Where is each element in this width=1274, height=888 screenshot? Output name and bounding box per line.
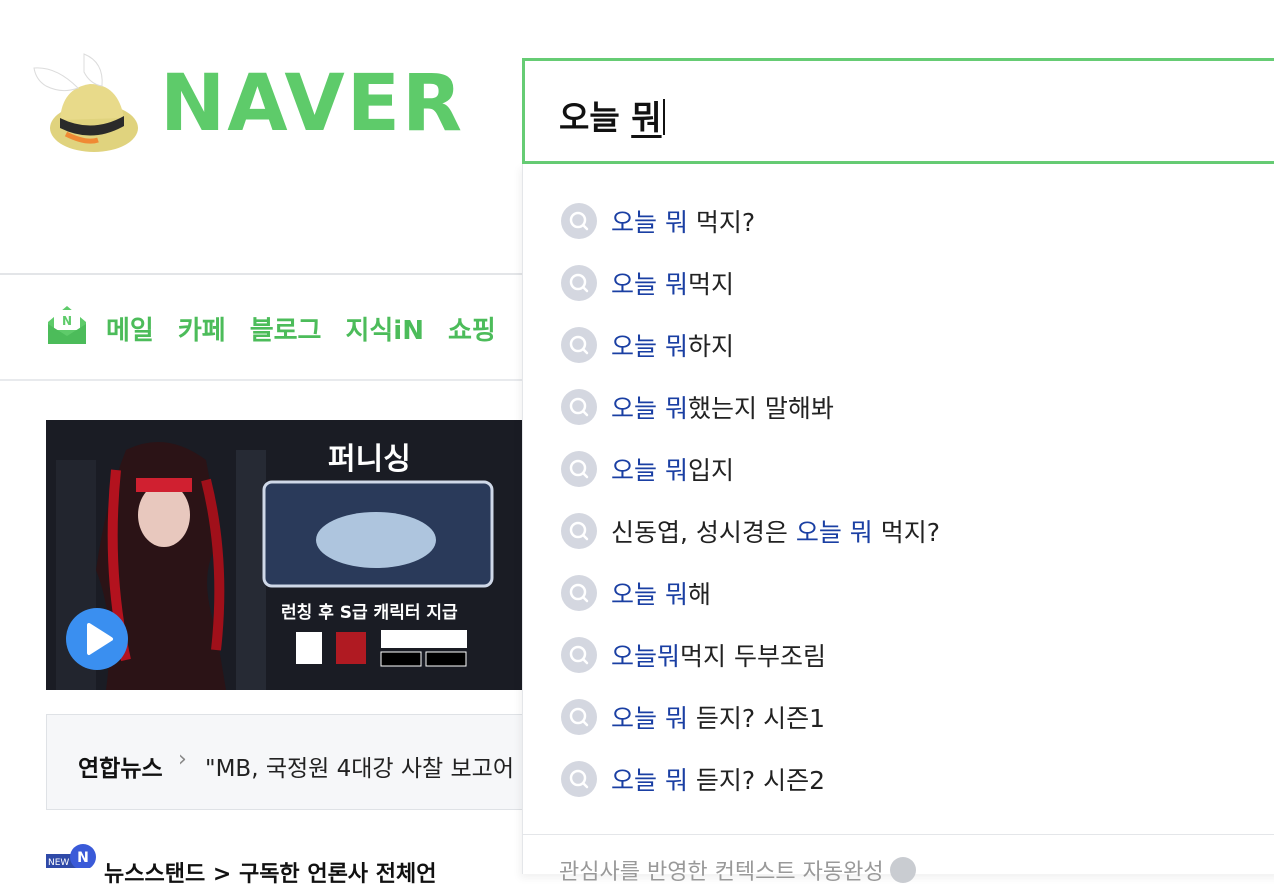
banner-subtitle: 런칭 후 S급 캐릭터 지급 <box>281 603 458 623</box>
search-icon <box>561 761 597 797</box>
suggestion-item[interactable]: 오늘뭐먹지 두부조림 <box>523 624 1274 686</box>
suggestion-text: 오늘 뭐 듣지? 시즌1 <box>611 699 825 735</box>
suggestion-text: 오늘 뭐 먹지? <box>611 203 755 239</box>
suggestion-match: 오늘뭐 <box>611 642 681 671</box>
suggestion-suffix: 먹지? <box>687 208 756 237</box>
dropdown-divider <box>523 834 1274 835</box>
banner-title: 퍼니싱 <box>328 442 411 477</box>
help-icon[interactable] <box>889 857 916 883</box>
suggestion-text: 오늘 뭐하지 <box>611 327 734 363</box>
text-caret <box>662 99 665 135</box>
nav-cafe[interactable]: 카페 <box>178 310 226 347</box>
suggestion-item[interactable]: 오늘 뭐해 <box>523 562 1274 624</box>
suggestion-match: 오늘 뭐 <box>611 456 688 485</box>
suggestion-suffix: 해 <box>687 580 711 609</box>
hat-logo-icon <box>33 53 138 152</box>
context-autocomplete-footer: 관심사를 반영한 컨텍스트 자동완성 <box>559 854 916 886</box>
suggestion-item[interactable]: 오늘 뭐 듣지? 시즌2 <box>523 748 1274 810</box>
suggestion-match: 오늘 뭐 <box>611 580 688 609</box>
suggestion-text: 오늘 뭐 듣지? 시즌2 <box>611 761 825 797</box>
search-icon <box>561 389 597 425</box>
search-icon <box>561 203 597 239</box>
nav-items: 메일 카페 블로그 지식iN 쇼핑 <box>106 310 496 347</box>
mail-icon[interactable]: N <box>46 304 88 346</box>
suggestion-prefix: 신동엽, 성시경은 <box>611 518 796 547</box>
suggestion-suffix: 먹지 두부조림 <box>680 642 826 671</box>
search-icon <box>561 327 597 363</box>
suggestion-item[interactable]: 신동엽, 성시경은 오늘 뭐 먹지? <box>523 500 1274 562</box>
search-icon <box>561 575 597 611</box>
suggestion-match: 오늘 뭐 <box>611 766 688 795</box>
search-composing-char: 뭐 <box>631 98 662 137</box>
suggestion-suffix: 먹지? <box>872 518 941 547</box>
nav-kin[interactable]: 지식iN <box>345 310 424 347</box>
suggestion-item[interactable]: 오늘 뭐입지 <box>523 438 1274 500</box>
suggestion-suffix: 먹지 <box>687 270 734 299</box>
svg-text:NEW: NEW <box>48 858 69 868</box>
footer-label: 관심사를 반영한 컨텍스트 자동완성 <box>559 860 884 885</box>
chevron-right-icon: › <box>178 747 187 772</box>
search-icon <box>561 699 597 735</box>
suggestion-match: 오늘 뭐 <box>611 208 688 237</box>
search-icon <box>561 265 597 301</box>
suggestion-suffix: 듣지? 시즌1 <box>687 704 826 733</box>
suggestion-list: 오늘 뭐 먹지? 오늘 뭐먹지 오늘 뭐하지 오늘 뭐했는지 말해봐 오늘 뭐입… <box>523 190 1274 810</box>
suggestion-match: 오늘 뭐 <box>611 394 688 423</box>
newsstand-label[interactable]: 뉴스스탠드 > 구독한 언론사 전체언 <box>104 856 436 888</box>
suggestion-item[interactable]: 오늘 뭐 듣지? 시즌1 <box>523 686 1274 748</box>
suggestion-suffix: 듣지? 시즌2 <box>687 766 826 795</box>
suggestion-text: 오늘 뭐해 <box>611 575 711 611</box>
suggestion-text: 오늘뭐먹지 두부조림 <box>611 637 826 673</box>
search-typed: 오늘 <box>559 98 632 137</box>
ad-banner[interactable]: 퍼니싱 런칭 후 S급 캐릭터 지급 <box>46 420 526 690</box>
nav-blog[interactable]: 블로그 <box>250 310 322 347</box>
logo-text: NAVER <box>160 59 465 149</box>
suggestion-match: 오늘 뭐 <box>611 704 688 733</box>
suggestion-match: 오늘 뭐 <box>611 332 688 361</box>
suggestion-item[interactable]: 오늘 뭐 먹지? <box>523 190 1274 252</box>
nav-mail[interactable]: 메일 <box>106 310 154 347</box>
suggestion-suffix: 입지 <box>687 456 734 485</box>
suggestion-match: 오늘 뭐 <box>611 270 688 299</box>
suggestion-match: 오늘 뭐 <box>795 518 873 547</box>
play-button[interactable] <box>66 608 128 670</box>
suggestion-item[interactable]: 오늘 뭐먹지 <box>523 252 1274 314</box>
search-input[interactable]: 오늘 뭐 <box>522 58 1274 164</box>
nav-shopping[interactable]: 쇼핑 <box>448 310 496 347</box>
suggestion-text: 신동엽, 성시경은 오늘 뭐 먹지? <box>611 513 940 549</box>
news-source[interactable]: 연합뉴스 <box>78 749 163 783</box>
newsstand-new-badge-icon: NEW N <box>46 844 96 868</box>
news-ticker[interactable]: 연합뉴스 › "MB, 국정원 4대강 사찰 보고어 <box>46 714 536 810</box>
news-headline[interactable]: "MB, 국정원 4대강 사찰 보고어 <box>205 749 514 783</box>
search-icon <box>561 513 597 549</box>
play-icon <box>87 623 113 655</box>
suggestion-text: 오늘 뭐먹지 <box>611 265 734 301</box>
suggestion-suffix: 했는지 말해봐 <box>687 394 834 423</box>
search-icon <box>561 637 597 673</box>
suggestion-text: 오늘 뭐했는지 말해봐 <box>611 389 834 425</box>
naver-logo[interactable]: NAVER <box>26 48 476 158</box>
nav-divider <box>0 379 530 381</box>
suggestion-text: 오늘 뭐입지 <box>611 451 734 487</box>
suggestion-item[interactable]: 오늘 뭐했는지 말해봐 <box>523 376 1274 438</box>
suggestion-item[interactable]: 오늘 뭐하지 <box>523 314 1274 376</box>
search-icon <box>561 451 597 487</box>
suggestion-suffix: 하지 <box>687 332 734 361</box>
search-query: 오늘 뭐 <box>559 91 665 139</box>
autocomplete-dropdown: 오늘 뭐 먹지? 오늘 뭐먹지 오늘 뭐하지 오늘 뭐했는지 말해봐 오늘 뭐입… <box>522 164 1274 885</box>
svg-text:N: N <box>62 314 72 328</box>
svg-text:N: N <box>77 850 89 866</box>
